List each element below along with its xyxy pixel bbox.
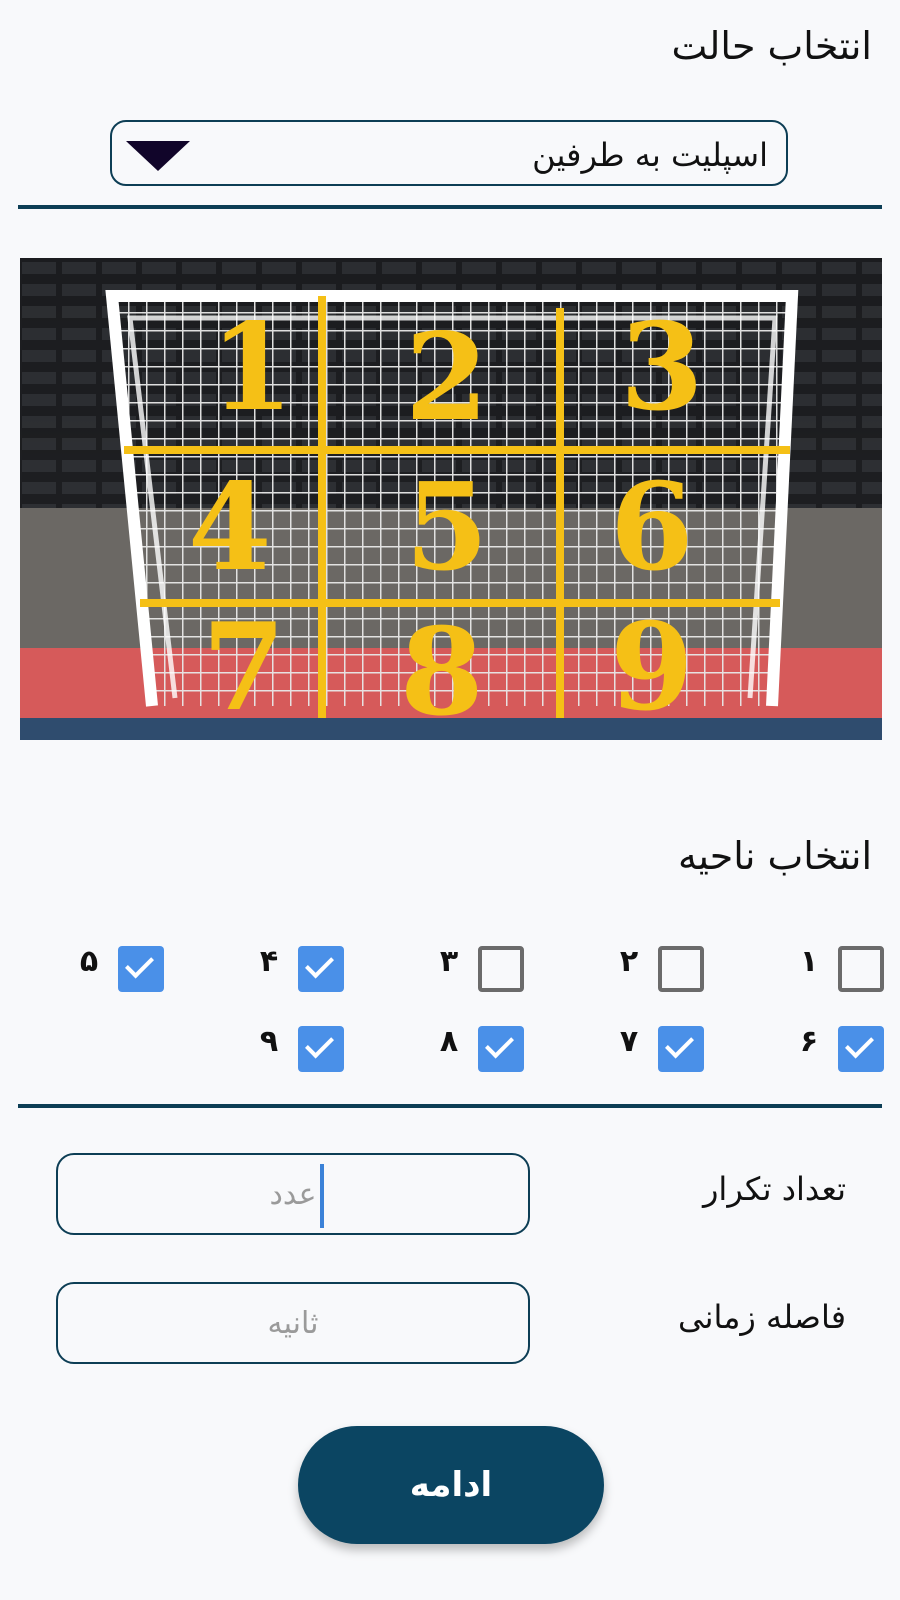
- zone-checkbox-label-5: ۵: [79, 944, 99, 979]
- zone-checkbox-label-1: ۱: [799, 944, 819, 979]
- zone-number-9: 9: [610, 597, 694, 738]
- zone-checkbox-2[interactable]: [658, 946, 704, 992]
- zone-number-6: 6: [610, 457, 694, 598]
- mode-section-title: انتخاب حالت: [671, 24, 872, 68]
- zone-number-8: 8: [400, 602, 484, 743]
- continue-button[interactable]: ادامه: [298, 1426, 604, 1544]
- zone-checkbox-9[interactable]: [298, 1026, 344, 1072]
- zone-number-4: 4: [188, 457, 272, 598]
- zone-checkbox-label-8: ۸: [439, 1024, 459, 1059]
- zone-checkbox-5[interactable]: [118, 946, 164, 992]
- zone-checkbox-6[interactable]: [838, 1026, 884, 1072]
- selected-mode: اسپلیت به طرفین: [532, 136, 768, 174]
- interval-label: فاصله زمانی: [677, 1298, 846, 1336]
- zone-checkbox-label-2: ۲: [619, 944, 639, 979]
- zone-checkbox-3[interactable]: [478, 946, 524, 992]
- zone-number-7: 7: [202, 597, 286, 738]
- zone-checkbox-label-9: ۹: [259, 1024, 279, 1059]
- zone-checkbox-7[interactable]: [658, 1026, 704, 1072]
- zone-number-2: 2: [405, 307, 489, 448]
- zone-number-1: 1: [210, 297, 294, 438]
- zone-checkbox-label-3: ۳: [439, 944, 459, 979]
- divider-bottom: [18, 1104, 882, 1108]
- text-cursor: [320, 1164, 324, 1228]
- zone-number-5: 5: [405, 457, 489, 598]
- zone-section-title: انتخاب ناحیه: [677, 834, 872, 878]
- zone-checkbox-label-4: ۴: [259, 944, 279, 979]
- zone-number-overlay: 1 2 3 4 5 6 7 8 9: [20, 258, 882, 740]
- zone-checkbox-4[interactable]: [298, 946, 344, 992]
- zone-checkbox-label-7: ۷: [619, 1024, 639, 1059]
- zone-checkbox-label-6: ۶: [799, 1024, 819, 1059]
- zone-checkbox-8[interactable]: [478, 1026, 524, 1072]
- repeat-count-input[interactable]: [56, 1153, 530, 1235]
- repeat-count-label: تعداد تکرار: [702, 1170, 846, 1208]
- zone-number-3: 3: [620, 297, 704, 438]
- mode-dropdown[interactable]: اسپلیت به طرفین: [110, 120, 788, 186]
- divider-top: [18, 205, 882, 209]
- zone-checkbox-1[interactable]: [838, 946, 884, 992]
- interval-input[interactable]: [56, 1282, 530, 1364]
- dropdown-arrow-icon[interactable]: [126, 141, 190, 171]
